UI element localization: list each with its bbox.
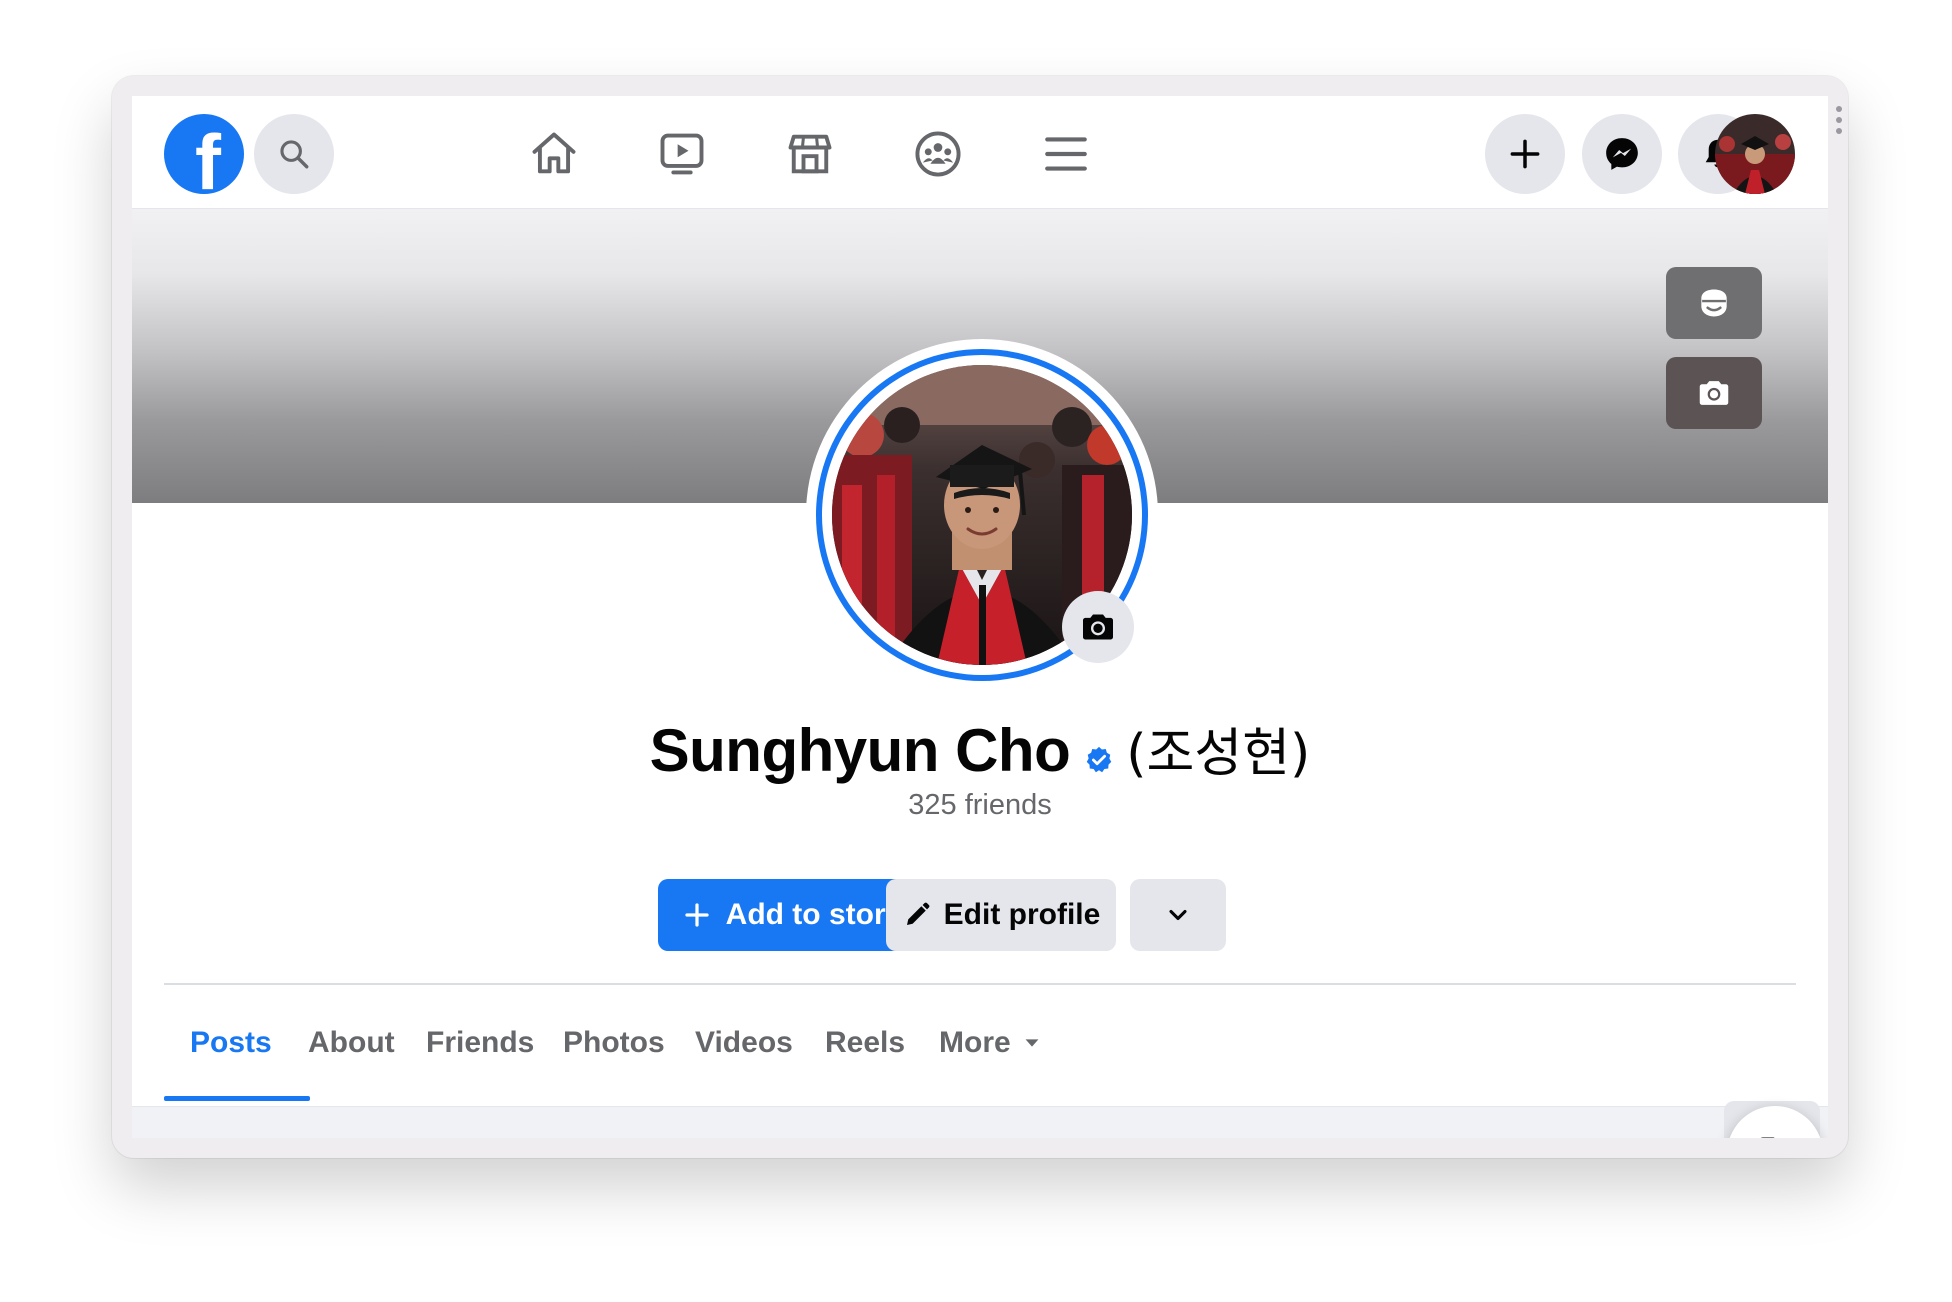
window-menu-dots[interactable] [1836,106,1844,139]
profile-name: Sunghyun Cho (조성현) [132,711,1828,786]
camera-icon [1083,614,1113,640]
friends-count[interactable]: 325 friends [132,789,1828,822]
nav-marketplace[interactable] [780,124,840,184]
camera-icon [1699,381,1729,405]
active-tab-indicator [164,1096,310,1101]
tab-more-label: More [939,1026,1011,1059]
profile-tabs: Posts About Friends Photos Videos Reels … [164,986,1796,1100]
nav-home[interactable] [524,124,584,184]
caret-down-icon [1025,1039,1039,1047]
profile-name-text: Sunghyun Cho [649,717,1071,784]
tab-friends[interactable]: Friends [426,986,534,1100]
edit-profile-label: Edit profile [943,898,1101,931]
messenger-button[interactable] [1582,114,1662,194]
menu-icon [1045,137,1087,171]
account-avatar[interactable] [1715,114,1795,194]
tab-about[interactable]: About [308,986,395,1100]
groups-icon [915,131,961,177]
nav-groups[interactable] [908,124,968,184]
tab-reels[interactable]: Reels [825,986,905,1100]
verified-badge-icon [1084,745,1114,780]
tab-more[interactable]: More [939,986,1043,1100]
tab-posts[interactable]: Posts [190,986,272,1100]
tab-videos[interactable]: Videos [695,986,793,1100]
top-nav-bar: f [132,96,1828,209]
search-button[interactable] [254,114,334,194]
nav-menu[interactable] [1036,124,1096,184]
profile-options-dropdown[interactable] [1130,879,1226,951]
nav-watch[interactable] [652,124,712,184]
marketplace-icon [788,134,832,174]
update-profile-picture-button[interactable] [1062,591,1134,663]
messenger-icon [1606,138,1638,170]
create-button[interactable] [1485,114,1565,194]
tab-photos[interactable]: Photos [563,986,665,1100]
watch-icon [660,133,704,175]
create-icon [1510,139,1540,169]
profile-name-korean: (조성현) [1126,724,1311,784]
profile-page: f Sunghyun Cho (조성현) 325 friends Add to … [132,96,1828,1138]
add-to-story-label: Add to story [725,898,903,931]
search-icon [280,140,309,169]
tabs-divider [164,983,1796,985]
avatar-button[interactable] [1666,267,1762,339]
avatar-icon [1701,289,1727,317]
page-background [132,1106,1828,1138]
account-avatar-image [1715,114,1795,194]
pencil-icon [906,902,930,925]
compose-icon [1761,1137,1775,1138]
edit-profile-button[interactable]: Edit profile [886,879,1116,951]
plus-icon [685,903,709,927]
facebook-logo-glyph: f [195,118,221,206]
facebook-logo[interactable]: f [164,114,244,202]
chevron-down-icon [1169,909,1187,921]
browser-window: f Sunghyun Cho (조성현) 325 friends Add to … [112,76,1848,1158]
home-icon [532,132,576,174]
edit-cover-photo-button[interactable] [1666,357,1762,429]
